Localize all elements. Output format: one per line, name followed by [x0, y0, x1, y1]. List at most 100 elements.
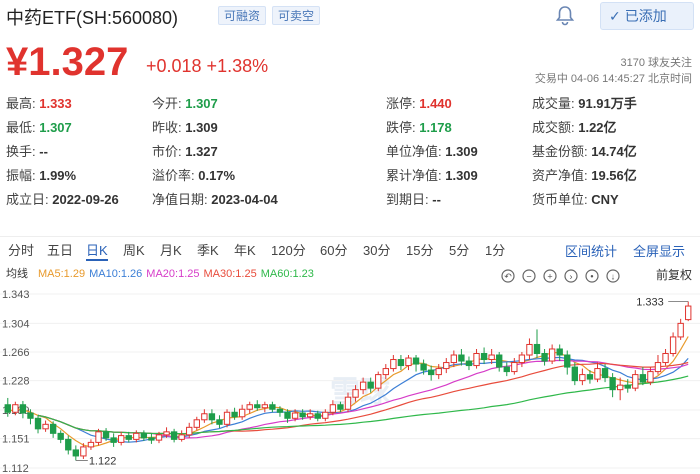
followers-count[interactable]: 3170 球友关注: [620, 54, 692, 70]
svg-text:+: +: [547, 272, 552, 282]
candle-body: [450, 354, 458, 364]
candle-body: [42, 423, 49, 430]
candle-body: [307, 413, 314, 418]
candle-body: [571, 366, 578, 382]
candle-body: [49, 423, 57, 434]
candle-body: [556, 348, 563, 356]
candle-body: [654, 362, 662, 373]
svg-text:↶: ↶: [504, 272, 512, 282]
candle-body: [34, 417, 42, 430]
candle-body: [72, 449, 80, 457]
range-stats-link[interactable]: 区间统计: [565, 241, 617, 260]
tab-0[interactable]: 分时: [8, 241, 34, 261]
candle-body: [65, 438, 72, 451]
tab-10[interactable]: 15分: [406, 241, 433, 261]
candle-body: [518, 354, 526, 364]
candle-body: [231, 411, 238, 418]
candle-body: [352, 389, 359, 398]
stat-1: 今开: 1.307: [152, 94, 218, 114]
stat-2: 涨停: 1.440: [386, 94, 452, 114]
stat-value: 1.309: [441, 168, 478, 183]
stat-value: --: [428, 192, 441, 207]
kline-chart[interactable]: ↶−+›•↓1.3431.3041.2661.2281.1891.1511.11…: [0, 262, 700, 474]
undo-icon[interactable]: ↶: [501, 269, 515, 283]
candle-body: [488, 354, 495, 361]
candle-body: [299, 412, 306, 418]
forward-icon[interactable]: ›: [564, 269, 578, 283]
stat-value: 1.309: [441, 144, 478, 159]
download-icon[interactable]: ↓: [606, 269, 620, 283]
stat-value: 2022-09-26: [48, 192, 119, 207]
zoom-in-icon[interactable]: +: [543, 269, 557, 283]
margin-tag[interactable]: 可融资: [218, 6, 267, 25]
stat-3: 成交量: 91.91万手: [532, 94, 637, 114]
stat-label: 跌停:: [386, 120, 416, 135]
trade-time: 交易中 04-06 14:45:27 北京时间: [534, 73, 692, 85]
candle-body: [223, 411, 231, 425]
tab-3[interactable]: 周K: [123, 241, 145, 261]
tab-12[interactable]: 1分: [485, 241, 505, 261]
stat-value: --: [35, 144, 48, 159]
added-label: 已添加: [624, 8, 667, 24]
stat-value: CNY: [587, 192, 619, 207]
added-button[interactable]: ✓ 已添加: [600, 2, 694, 30]
stat-value: 1.178: [415, 120, 452, 135]
stat-8: 换手: --: [6, 142, 48, 162]
svg-text:›: ›: [570, 272, 573, 282]
candle-body: [148, 437, 155, 441]
bell-icon[interactable]: [553, 4, 577, 26]
header: 中药ETF(SH:560080) 可融资 可卖空 ✓ 已添加: [0, 0, 700, 34]
candle-body: [344, 396, 352, 410]
stat-14: 累计净值: 1.309: [386, 166, 478, 186]
candle-body: [118, 435, 125, 443]
candle-body: [19, 404, 27, 414]
candle-body: [632, 374, 639, 389]
stat-15: 资产净值: 19.56亿: [532, 166, 637, 186]
candle-body: [95, 431, 102, 443]
stat-label: 最低:: [6, 120, 36, 135]
tab-5[interactable]: 季K: [197, 241, 219, 261]
candle-body: [4, 404, 11, 413]
stat-value: 1.307: [35, 120, 72, 135]
tab-2[interactable]: 日K: [86, 241, 108, 261]
stat-16: 成立日: 2022-09-26: [6, 190, 119, 210]
svg-text:•: •: [590, 272, 593, 282]
stat-label: 单位净值:: [386, 144, 442, 159]
candle-body: [662, 353, 669, 364]
candle-body: [541, 353, 548, 362]
stat-label: 成立日:: [6, 192, 49, 207]
stat-label: 换手:: [6, 144, 36, 159]
stat-label: 资产净值:: [532, 168, 588, 183]
tab-6[interactable]: 年K: [234, 241, 256, 261]
candle-body: [639, 374, 647, 383]
short-tag[interactable]: 可卖空: [272, 6, 321, 25]
candle-body: [473, 353, 480, 367]
candle-body: [420, 363, 427, 371]
candle-body: [375, 374, 382, 389]
stat-label: 货币单位:: [532, 192, 588, 207]
stat-label: 净值日期:: [152, 192, 208, 207]
candle-body: [412, 357, 420, 365]
stat-7: 成交额: 1.22亿: [532, 118, 617, 138]
tab-9[interactable]: 30分: [363, 241, 390, 261]
tab-11[interactable]: 5分: [449, 241, 469, 261]
tab-7[interactable]: 120分: [271, 241, 306, 261]
fullscreen-link[interactable]: 全屏显示: [633, 241, 685, 260]
stat-value: 1.440: [415, 96, 452, 111]
stat-value: 0.17%: [194, 168, 236, 183]
candle-body: [276, 408, 284, 413]
zoom-out-icon[interactable]: −: [522, 269, 536, 283]
stat-value: 19.56亿: [587, 168, 637, 183]
stat-11: 基金份额: 14.74亿: [532, 142, 637, 162]
settings-icon[interactable]: •: [585, 269, 599, 283]
svg-text:↓: ↓: [611, 272, 616, 282]
candle-body: [609, 377, 616, 391]
tab-8[interactable]: 60分: [320, 241, 347, 261]
candle-body: [465, 360, 473, 367]
candle-body: [624, 384, 631, 389]
candle-body: [511, 362, 518, 373]
candle-body: [548, 348, 556, 362]
tab-4[interactable]: 月K: [160, 241, 182, 261]
candle-body: [677, 322, 684, 338]
tab-1[interactable]: 五日: [47, 241, 73, 261]
